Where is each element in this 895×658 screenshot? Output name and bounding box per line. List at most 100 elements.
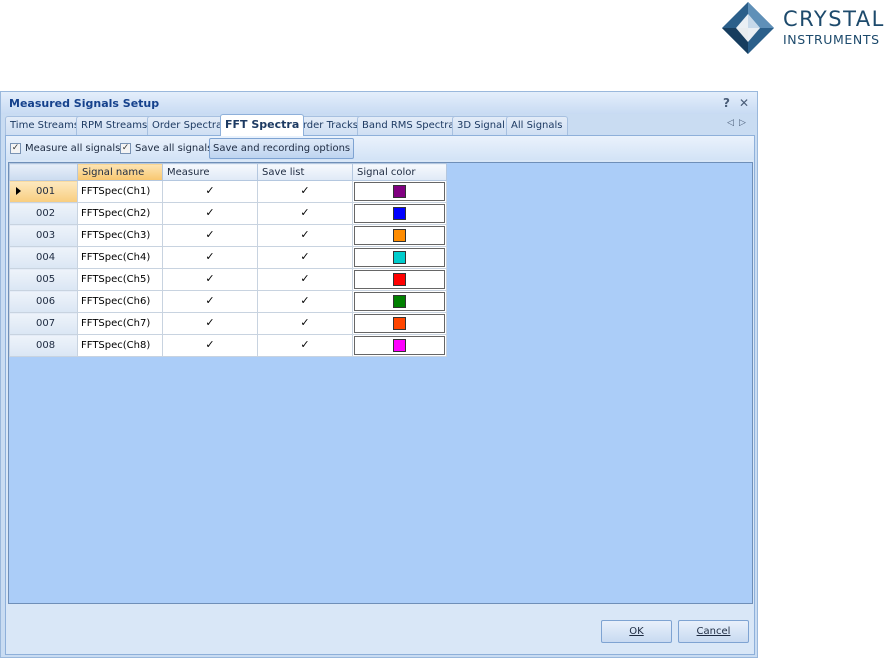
save-check-icon[interactable]: ✓: [300, 207, 311, 219]
save-check-icon[interactable]: ✓: [300, 251, 311, 263]
measure-cell[interactable]: ✓: [162, 334, 258, 357]
save-check-icon[interactable]: ✓: [300, 185, 311, 197]
measure-cell[interactable]: ✓: [162, 246, 258, 269]
logo-line-2: INSTRUMENTS: [783, 32, 880, 47]
measure-cell[interactable]: ✓: [162, 202, 258, 225]
color-picker-button[interactable]: [354, 270, 445, 289]
tab-band-rms-spectra[interactable]: Band RMS Spectra: [357, 116, 460, 135]
color-picker-button[interactable]: [354, 226, 445, 245]
measure-check-icon[interactable]: ✓: [205, 339, 216, 351]
save-list-cell[interactable]: ✓: [257, 224, 353, 247]
tab-time-streams[interactable]: Time Streams: [5, 116, 85, 135]
row-header[interactable]: 003: [9, 224, 78, 247]
save-check-icon[interactable]: ✓: [300, 229, 311, 241]
measure-check-icon[interactable]: ✓: [205, 295, 216, 307]
signal-name-cell[interactable]: FFTSpec(Ch1): [77, 180, 163, 203]
save-check-icon[interactable]: ✓: [300, 295, 311, 307]
tab-all-signals[interactable]: All Signals: [506, 116, 568, 135]
tab-next-icon[interactable]: ▷: [739, 118, 746, 128]
signal-name-cell[interactable]: FFTSpec(Ch7): [77, 312, 163, 335]
signal-name-cell[interactable]: FFTSpec(Ch5): [77, 268, 163, 291]
save-list-cell[interactable]: ✓: [257, 290, 353, 313]
signal-color-cell[interactable]: [352, 334, 447, 357]
measure-check-icon[interactable]: ✓: [205, 317, 216, 329]
tab-3d-signal[interactable]: 3D Signal: [452, 116, 510, 135]
save-check-icon[interactable]: ✓: [300, 317, 311, 329]
table-row[interactable]: 006 FFTSpec(Ch6) ✓ ✓: [9, 290, 447, 313]
row-header[interactable]: 006: [9, 290, 78, 313]
save-check-icon[interactable]: ✓: [300, 273, 311, 285]
color-picker-button[interactable]: [354, 248, 445, 267]
row-header[interactable]: 004: [9, 246, 78, 269]
save-all-checkbox[interactable]: ✓ Save all signals: [120, 141, 212, 155]
save-list-cell[interactable]: ✓: [257, 312, 353, 335]
measure-cell[interactable]: ✓: [162, 312, 258, 335]
measure-all-checkbox[interactable]: ✓ Measure all signals: [10, 141, 120, 155]
save-check-icon[interactable]: ✓: [300, 339, 311, 351]
tab-rpm-streams[interactable]: RPM Streams: [76, 116, 153, 135]
measure-cell[interactable]: ✓: [162, 268, 258, 291]
signal-name-cell[interactable]: FFTSpec(Ch4): [77, 246, 163, 269]
color-picker-button[interactable]: [354, 182, 445, 201]
color-picker-button[interactable]: [354, 204, 445, 223]
close-button[interactable]: ✕: [739, 96, 749, 110]
measured-signals-dialog: Measured Signals Setup ? ✕ Time Streams …: [0, 91, 758, 658]
column-header-measure[interactable]: Measure: [162, 163, 258, 181]
row-id: 006: [36, 296, 56, 307]
table-row[interactable]: 002 FFTSpec(Ch2) ✓ ✓: [9, 202, 447, 225]
measure-check-icon[interactable]: ✓: [205, 229, 216, 241]
table-row[interactable]: 004 FFTSpec(Ch4) ✓ ✓: [9, 246, 447, 269]
signal-color-cell[interactable]: [352, 312, 447, 335]
signal-color-cell[interactable]: [352, 246, 447, 269]
help-button[interactable]: ?: [723, 96, 730, 110]
signal-name-cell[interactable]: FFTSpec(Ch3): [77, 224, 163, 247]
row-header[interactable]: 001: [9, 180, 78, 203]
column-header-save-list[interactable]: Save list: [257, 163, 353, 181]
color-picker-button[interactable]: [354, 336, 445, 355]
save-list-cell[interactable]: ✓: [257, 180, 353, 203]
tab-prev-icon[interactable]: ◁: [727, 118, 734, 128]
color-picker-button[interactable]: [354, 292, 445, 311]
signal-color-cell[interactable]: [352, 180, 447, 203]
signal-color-cell[interactable]: [352, 224, 447, 247]
signal-name-cell[interactable]: FFTSpec(Ch8): [77, 334, 163, 357]
save-list-cell[interactable]: ✓: [257, 334, 353, 357]
signal-color-cell[interactable]: [352, 290, 447, 313]
color-picker-button[interactable]: [354, 314, 445, 333]
signal-color-cell[interactable]: [352, 202, 447, 225]
row-id: 008: [36, 340, 56, 351]
table-corner-header[interactable]: [9, 163, 78, 181]
ok-button[interactable]: OK: [601, 620, 672, 643]
signal-color-cell[interactable]: [352, 268, 447, 291]
measure-cell[interactable]: ✓: [162, 290, 258, 313]
signal-name-cell[interactable]: FFTSpec(Ch6): [77, 290, 163, 313]
row-header[interactable]: 002: [9, 202, 78, 225]
measure-cell[interactable]: ✓: [162, 224, 258, 247]
table-header-row: Signal name Measure Save list Signal col…: [9, 163, 447, 181]
row-header[interactable]: 008: [9, 334, 78, 357]
column-header-signal-color[interactable]: Signal color: [352, 163, 447, 181]
measure-check-icon[interactable]: ✓: [205, 273, 216, 285]
row-header[interactable]: 007: [9, 312, 78, 335]
table-row[interactable]: 008 FFTSpec(Ch8) ✓ ✓: [9, 334, 447, 357]
table-row[interactable]: 001 FFTSpec(Ch1) ✓ ✓: [9, 180, 447, 203]
measure-check-icon[interactable]: ✓: [205, 207, 216, 219]
tab-order-spectra[interactable]: Order Spectra: [147, 116, 228, 135]
tab-fft-spectra[interactable]: FFT Spectra: [220, 114, 305, 136]
measure-cell[interactable]: ✓: [162, 180, 258, 203]
column-header-signal-name[interactable]: Signal name: [77, 163, 163, 181]
color-swatch: [393, 317, 406, 330]
table-row[interactable]: 005 FFTSpec(Ch5) ✓ ✓: [9, 268, 447, 291]
save-list-cell[interactable]: ✓: [257, 202, 353, 225]
measure-check-icon[interactable]: ✓: [205, 185, 216, 197]
signal-name-cell[interactable]: FFTSpec(Ch2): [77, 202, 163, 225]
row-header[interactable]: 005: [9, 268, 78, 291]
table-row[interactable]: 007 FFTSpec(Ch7) ✓ ✓: [9, 312, 447, 335]
save-list-cell[interactable]: ✓: [257, 268, 353, 291]
measure-check-icon[interactable]: ✓: [205, 251, 216, 263]
save-list-cell[interactable]: ✓: [257, 246, 353, 269]
cancel-button[interactable]: Cancel: [678, 620, 749, 643]
row-id: 001: [36, 186, 56, 197]
save-and-recording-options-button[interactable]: Save and recording options: [209, 138, 355, 159]
table-row[interactable]: 003 FFTSpec(Ch3) ✓ ✓: [9, 224, 447, 247]
